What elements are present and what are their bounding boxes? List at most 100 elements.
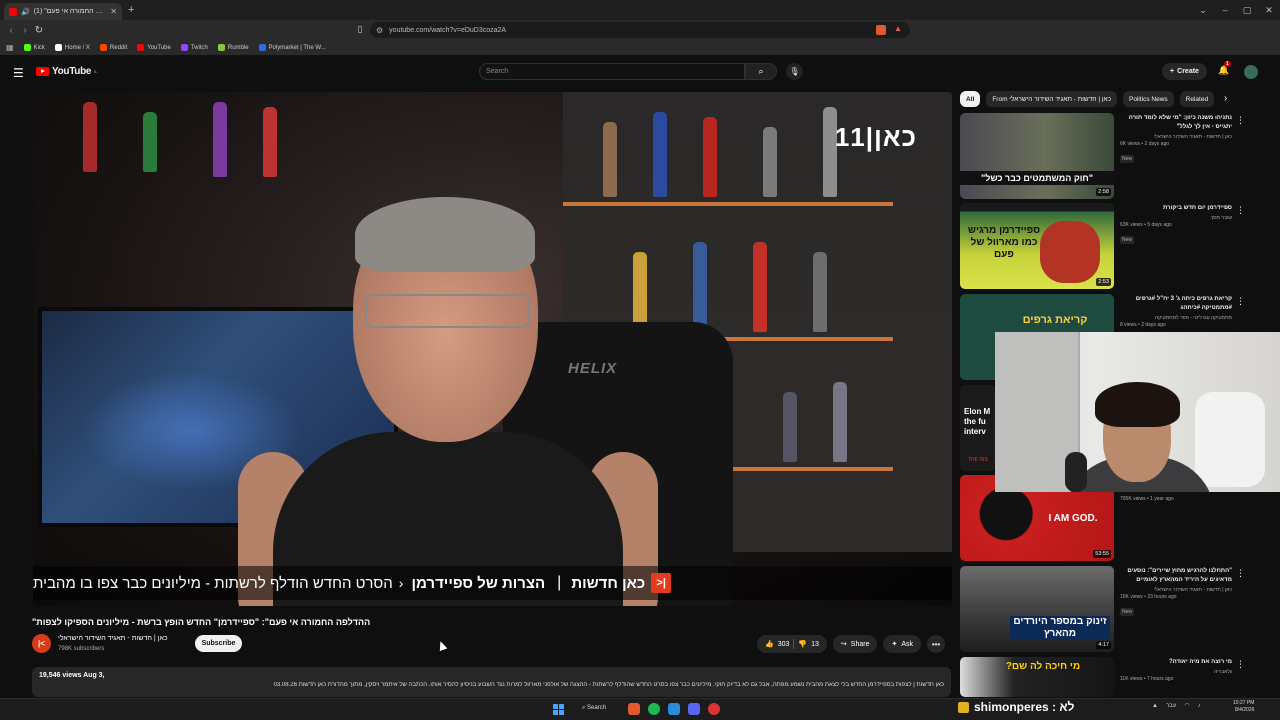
bookmark-label: YouTube [147,44,171,51]
bookmark-twitch[interactable]: Twitch [180,44,208,51]
forward-icon[interactable]: › [18,25,32,36]
video-title[interactable]: נתניהו משנה כיוון: "מי שלא לומד תורה יתג… [1120,114,1232,132]
more-options-icon[interactable]: ⋮ [1236,296,1245,307]
back-icon[interactable]: ‹ [4,25,18,36]
chip-politics-news[interactable]: Politics News [1123,91,1174,107]
description-box[interactable]: 19,546 views Aug 3, כאן חדשות | לצפות בס… [32,667,951,697]
thumbnail-text: I AM GOD. [1048,513,1098,524]
language-indicator[interactable]: עבר [1166,703,1176,709]
like-count[interactable]: 303 [778,641,790,648]
notifications-button[interactable]: 🔔 1 [1218,61,1231,76]
video-thumbnail[interactable]: ספיידרמן מרגיש כמו מארוול של פעם 2:53 [960,203,1114,289]
channel-name[interactable]: כאן | חדשות - תאגיד השידור הישראלי [1120,587,1232,593]
channel-name[interactable]: כאן | חדשות - תאגיד השידור הישראלי [1120,134,1232,140]
bookmark-rumble[interactable]: Rumble [217,44,249,51]
close-window-icon[interactable]: ✕ [1258,5,1280,16]
video-thumbnail[interactable]: "חוק המשתמטים כבר כשל" 2:58 [960,113,1114,199]
volume-icon[interactable]: ♪ [1198,703,1201,709]
video-duration: 4:17 [1096,641,1111,649]
channel-avatar[interactable]: |< [32,634,51,653]
minimize-icon[interactable]: – [1214,5,1236,15]
video-meta: 15K views • 23 hours ago [1120,594,1177,600]
voice-search-button[interactable]: 🎙 [786,63,803,80]
video-meta: 8 views • 2 days ago [1120,322,1166,328]
more-actions-button[interactable]: ••• [927,635,946,653]
recommended-video[interactable]: זינוק במספר היורדים מהארץ 4:17 "התחלנו ל… [960,566,1260,654]
video-thumbnail[interactable]: זינוק במספר היורדים מהארץ 4:17 [960,566,1114,652]
bookmark-reddit[interactable]: Reddit [99,44,127,51]
recommended-video[interactable]: "חוק המשתמטים כבר כשל" 2:58 נתניהו משנה … [960,113,1260,201]
tab-search-icon[interactable]: ⌄ [1192,5,1214,16]
video-title[interactable]: מי רוצה את מיה יאודה? [1120,658,1232,667]
wifi-icon[interactable]: ◠ [1184,702,1189,709]
telegram-icon[interactable] [668,703,680,715]
dislike-count[interactable]: 13 [811,641,819,648]
recommended-video[interactable]: מי חיכה לה שם? מי רוצה את מיה יאודה? גלא… [960,657,1260,697]
action-figure [813,252,827,332]
chip-related[interactable]: Related [1179,91,1215,107]
channel-name[interactable]: גלאבריה [1120,669,1232,675]
bookmark-icon[interactable]: ▯ [353,24,367,35]
search-input[interactable]: Search [479,63,745,80]
ask-button[interactable]: ✦ Ask [883,635,922,653]
bookmark-youtube[interactable]: YouTube [137,44,171,51]
like-icon[interactable]: 👍 [765,640,774,648]
new-tab-button[interactable]: + [128,4,134,16]
channel-name[interactable]: שובר מסך [1120,215,1232,221]
reload-icon[interactable]: ↻ [32,25,46,36]
bookmark-polymarket[interactable]: Polymarket | The W... [258,44,326,51]
channel-name[interactable]: מתמטיקה עם ליטי - ספר למתמטיקה [1120,315,1232,321]
dislike-icon[interactable]: 👎 [798,640,807,648]
more-options-icon[interactable]: ⋮ [1236,568,1245,579]
subscribe-button[interactable]: Subscribe [195,635,242,652]
discord-icon[interactable] [688,703,700,715]
action-figure [213,102,227,177]
speaker-icon: 🔊 [21,8,30,16]
account-avatar[interactable] [1244,65,1258,79]
chevron-right-icon[interactable]: › [1224,93,1227,104]
video-title[interactable]: "התחלנו להרגיש מחוץ שיירים": נוסעים מדאי… [1120,567,1232,585]
bookmark-kick[interactable]: Kick [23,44,45,51]
video-thumbnail[interactable]: מי חיכה לה שם? [960,657,1114,697]
action-figure [633,252,647,332]
address-bar[interactable]: ⚙ youtube.com/watch?v=eDuD3coza2A ▲ [370,22,910,38]
brave-shield-icon[interactable] [876,25,886,35]
close-tab-icon[interactable]: ✕ [110,7,117,16]
video-title[interactable]: ספיידרמן יום חדש ביקורת [1120,204,1232,213]
sparkle-icon: ✦ [891,641,898,648]
notification-badge: 1 [1224,61,1231,67]
taskbar-clock[interactable]: 10:27 PM 8/4/2026 [1233,700,1254,714]
chip-from-channel[interactable]: From כאן | חדשות - תאגיד השידור הישראלי [986,91,1118,107]
brave-browser-icon[interactable] [628,703,640,715]
video-thumbnail[interactable]: Elon M the fu interv THE INS [960,385,996,471]
app-icon[interactable] [708,703,720,715]
windows-start-icon[interactable] [553,704,564,715]
youtube-logo[interactable]: YouTube IL [36,66,97,77]
site-info-icon[interactable]: ⚙ [376,26,383,35]
action-figure [263,107,277,177]
chip-all[interactable]: All [960,91,981,107]
hamburger-menu-icon[interactable]: ☰ [13,66,24,80]
video-title[interactable]: קריאת גרפים כיתה ג' 3 יח"ל #גרפים #מתמטי… [1120,295,1232,313]
create-button[interactable]: + Create [1162,63,1207,80]
more-options-icon[interactable]: ⋮ [1236,115,1245,126]
spotify-icon[interactable] [648,703,660,715]
bookmark-x[interactable]: Home / X [54,44,90,51]
streamer-webcam-overlay [995,332,1280,492]
search-button[interactable]: ⌕ [745,63,777,80]
share-icon: ↪ [840,641,847,648]
taskbar-search[interactable]: ⌕ Search [582,705,606,712]
bookmark-label: Kick [33,44,45,51]
browser-tab[interactable]: 🔊 (1) "ההדלפה החמורה אי פעם" ✕ [4,3,122,20]
share-button[interactable]: ↪ Share [832,635,878,653]
reddit-icon [99,44,107,51]
more-options-icon[interactable]: ⋮ [1236,659,1245,670]
apps-grid-icon[interactable]: ▦ [6,43,14,52]
chevron-up-icon[interactable]: ▲ [1152,703,1158,709]
channel-name[interactable]: כאן | חדשות - תאגיד השידור הישראלי [58,635,168,642]
maximize-icon[interactable]: ▢ [1236,5,1258,16]
video-player[interactable]: HELIX כאן|11 |< כאן חדשות | הצרות של ספי… [33,92,952,606]
more-options-icon[interactable]: ⋮ [1236,205,1245,216]
recommended-video[interactable]: ספיידרמן מרגיש כמו מארוול של פעם 2:53 ספ… [960,203,1260,291]
brave-rewards-icon[interactable]: ▲ [894,24,902,33]
